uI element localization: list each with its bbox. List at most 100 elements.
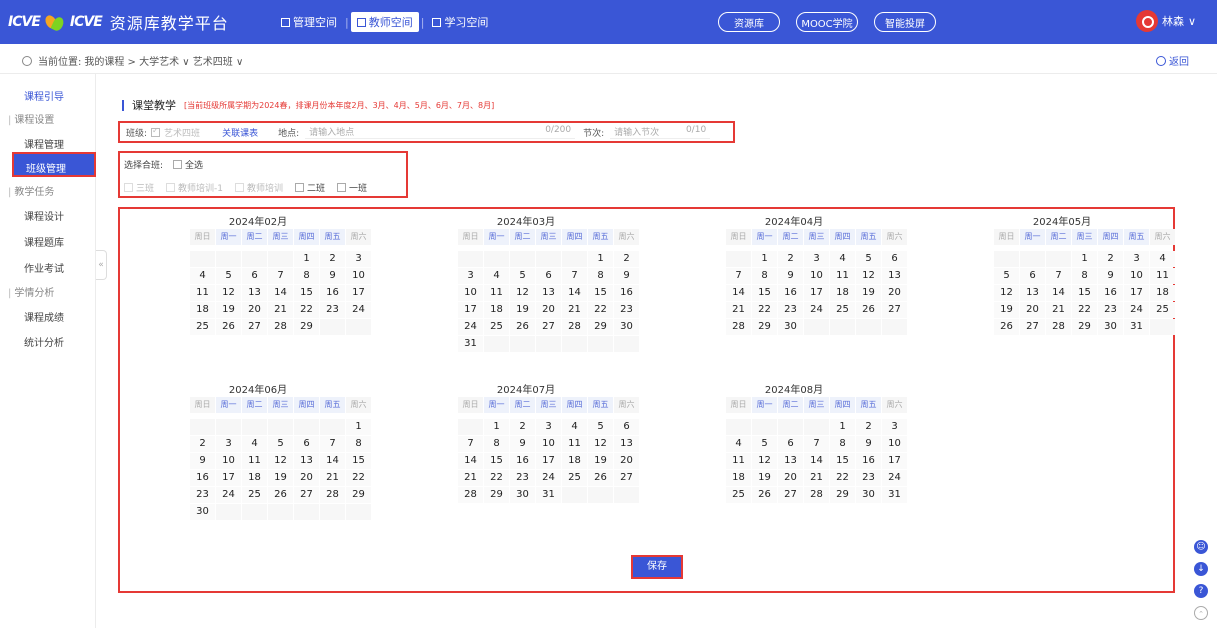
calendar-day[interactable]: 22 [752, 302, 777, 318]
calendar-day[interactable]: 16 [510, 453, 535, 469]
calendar-day[interactable]: 2 [778, 251, 803, 267]
calendar-day[interactable]: 29 [752, 319, 777, 335]
calendar-day[interactable]: 7 [726, 268, 751, 284]
calendar-day[interactable]: 17 [458, 302, 483, 318]
calendar-day[interactable]: 20 [294, 470, 319, 486]
calendar-day[interactable]: 7 [458, 436, 483, 452]
calendar-day[interactable]: 6 [614, 419, 639, 435]
calendar-day[interactable]: 11 [562, 436, 587, 452]
calendar-day[interactable]: 9 [778, 268, 803, 284]
calendar-day[interactable]: 4 [562, 419, 587, 435]
calendar-day[interactable]: 1 [484, 419, 509, 435]
calendar-day[interactable]: 20 [1020, 302, 1045, 318]
calendar-day[interactable]: 8 [294, 268, 319, 284]
calendar-day[interactable]: 23 [320, 302, 345, 318]
nav-teacher-space[interactable]: 教师空间 [350, 12, 419, 32]
calendar-day[interactable]: 29 [484, 487, 509, 503]
calendar-day[interactable]: 29 [346, 487, 371, 503]
calendar-day[interactable]: 1 [752, 251, 777, 267]
back-button[interactable]: 返回 [1156, 53, 1189, 68]
calendar-day[interactable]: 10 [536, 436, 561, 452]
calendar-day[interactable]: 5 [994, 268, 1019, 284]
calendar-day[interactable]: 4 [242, 436, 267, 452]
calendar-day[interactable]: 16 [1098, 285, 1123, 301]
calendar-day[interactable]: 6 [294, 436, 319, 452]
user-menu[interactable]: 林森 ∨ [1136, 10, 1196, 32]
calendar-day[interactable]: 20 [536, 302, 561, 318]
calendar-day[interactable]: 10 [882, 436, 907, 452]
calendar-day[interactable]: 21 [562, 302, 587, 318]
calendar-day[interactable]: 31 [882, 487, 907, 503]
calendar-day[interactable]: 22 [346, 470, 371, 486]
calendar-day[interactable]: 1 [588, 251, 613, 267]
calendar-day[interactable]: 7 [804, 436, 829, 452]
calendar-day[interactable]: 30 [614, 319, 639, 335]
calendar-day[interactable]: 5 [856, 251, 881, 267]
calendar-day[interactable]: 15 [588, 285, 613, 301]
calendar-day[interactable]: 23 [190, 487, 215, 503]
calendar-day[interactable]: 14 [726, 285, 751, 301]
calendar-day[interactable]: 19 [510, 302, 535, 318]
calendar-day[interactable]: 25 [190, 319, 215, 335]
calendar-day[interactable]: 18 [242, 470, 267, 486]
calendar-day[interactable]: 28 [458, 487, 483, 503]
nav-management-space[interactable]: 管理空间 [275, 12, 343, 32]
calendar-day[interactable]: 13 [778, 453, 803, 469]
calendar-day[interactable]: 11 [726, 453, 751, 469]
calendar-day[interactable]: 22 [830, 470, 855, 486]
calendar-day[interactable]: 7 [268, 268, 293, 284]
calendar-day[interactable]: 16 [778, 285, 803, 301]
calendar-day[interactable]: 20 [242, 302, 267, 318]
calendar-day[interactable]: 24 [216, 487, 241, 503]
calendar-day[interactable]: 14 [320, 453, 345, 469]
calendar-day[interactable]: 23 [778, 302, 803, 318]
calendar-day[interactable]: 2 [856, 419, 881, 435]
help-icon[interactable]: ? [1194, 584, 1208, 598]
calendar-day[interactable]: 28 [268, 319, 293, 335]
calendar-day[interactable]: 6 [242, 268, 267, 284]
calendar-day[interactable]: 10 [216, 453, 241, 469]
sidebar-item-course-design[interactable]: 课程设计 [24, 208, 64, 223]
calendar-day[interactable]: 8 [1072, 268, 1097, 284]
calendar-day[interactable]: 22 [1072, 302, 1097, 318]
calendar-day[interactable]: 17 [882, 453, 907, 469]
calendar-day[interactable]: 15 [1072, 285, 1097, 301]
calendar-day[interactable]: 12 [216, 285, 241, 301]
calendar-day[interactable]: 23 [1098, 302, 1123, 318]
download-icon[interactable]: ↓ [1194, 562, 1208, 576]
select-all-checkbox[interactable] [173, 160, 183, 169]
calendar-day[interactable]: 3 [216, 436, 241, 452]
calendar-day[interactable]: 17 [804, 285, 829, 301]
calendar-day[interactable]: 24 [1124, 302, 1149, 318]
calendar-day[interactable]: 13 [294, 453, 319, 469]
calendar-day[interactable]: 21 [320, 470, 345, 486]
calendar-day[interactable]: 26 [510, 319, 535, 335]
calendar-day[interactable]: 17 [1124, 285, 1149, 301]
calendar-day[interactable]: 24 [458, 319, 483, 335]
calendar-day[interactable]: 27 [1020, 319, 1045, 335]
calendar-day[interactable]: 31 [458, 336, 483, 352]
calendar-day[interactable]: 30 [190, 504, 215, 520]
calendar-day[interactable]: 22 [294, 302, 319, 318]
calendar-day[interactable]: 3 [536, 419, 561, 435]
calendar-day[interactable]: 4 [484, 268, 509, 284]
calendar-day[interactable]: 19 [588, 453, 613, 469]
calendar-day[interactable]: 18 [562, 453, 587, 469]
calendar-day[interactable]: 7 [562, 268, 587, 284]
brand[interactable]: ICVE ICVE 资源库教学平台 [8, 9, 229, 35]
calendar-day[interactable]: 5 [588, 419, 613, 435]
calendar-day[interactable]: 25 [830, 302, 855, 318]
calendar-day[interactable]: 14 [562, 285, 587, 301]
class-checkbox[interactable] [151, 126, 161, 137]
calendar-day[interactable]: 29 [588, 319, 613, 335]
calendar-day[interactable]: 16 [190, 470, 215, 486]
calendar-day[interactable]: 27 [294, 487, 319, 503]
calendar-day[interactable]: 24 [882, 470, 907, 486]
calendar-day[interactable]: 21 [1046, 302, 1071, 318]
calendar-day[interactable]: 2 [1098, 251, 1123, 267]
calendar-day[interactable]: 27 [778, 487, 803, 503]
calendar-day[interactable]: 5 [510, 268, 535, 284]
customer-service-icon[interactable]: ☺ [1194, 540, 1208, 554]
calendar-day[interactable]: 5 [216, 268, 241, 284]
calendar-day[interactable]: 18 [484, 302, 509, 318]
